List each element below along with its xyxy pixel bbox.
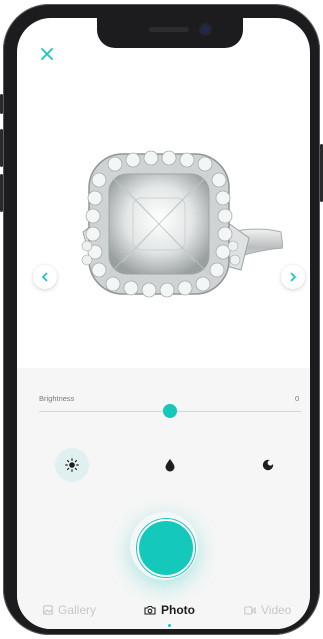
contrast-icon	[262, 459, 274, 471]
tab-video[interactable]: Video	[244, 600, 291, 620]
volume-up-button	[0, 129, 3, 167]
brightness-value: 0	[295, 394, 300, 403]
brightness-label: Brightness	[39, 394, 75, 403]
shutter-button[interactable]	[137, 519, 195, 577]
tab-gallery-label: Gallery	[58, 603, 97, 617]
next-photo-button[interactable]	[281, 265, 305, 289]
sun-icon	[65, 458, 79, 472]
camera-icon	[144, 605, 156, 615]
chevron-right-icon	[290, 272, 297, 282]
tab-video-label: Video	[261, 603, 292, 617]
tab-photo[interactable]: Photo	[144, 600, 195, 620]
front-camera	[201, 25, 210, 34]
mode-tab-bar: Gallery Photo Video	[17, 600, 310, 627]
photo-viewer	[17, 78, 310, 378]
brightness-slider-thumb[interactable]	[163, 404, 177, 418]
mute-switch	[0, 94, 3, 114]
close-button[interactable]	[37, 44, 57, 64]
tab-gallery[interactable]: Gallery	[43, 600, 96, 620]
speaker-grille	[149, 27, 189, 32]
close-icon	[41, 48, 53, 60]
phone-notch	[97, 18, 243, 48]
phone-frame: Brightness 0 Gallery Photo Video	[0, 4, 323, 635]
drop-icon	[165, 459, 175, 472]
chevron-left-icon	[41, 272, 48, 282]
tab-photo-label: Photo	[161, 603, 195, 617]
gallery-icon	[43, 605, 53, 615]
saturation-tool-button[interactable]	[153, 448, 187, 482]
edit-controls-panel: Brightness 0 Gallery Photo Video	[17, 368, 310, 629]
video-icon	[244, 605, 256, 615]
active-tab-indicator	[168, 624, 171, 627]
brightness-tool-button[interactable]	[55, 448, 89, 482]
contrast-tool-button[interactable]	[251, 448, 285, 482]
previous-photo-button[interactable]	[33, 265, 57, 289]
volume-down-button	[0, 174, 3, 212]
diamond-ring-photo	[81, 150, 283, 298]
app-screen: Brightness 0 Gallery Photo Video	[17, 18, 310, 629]
